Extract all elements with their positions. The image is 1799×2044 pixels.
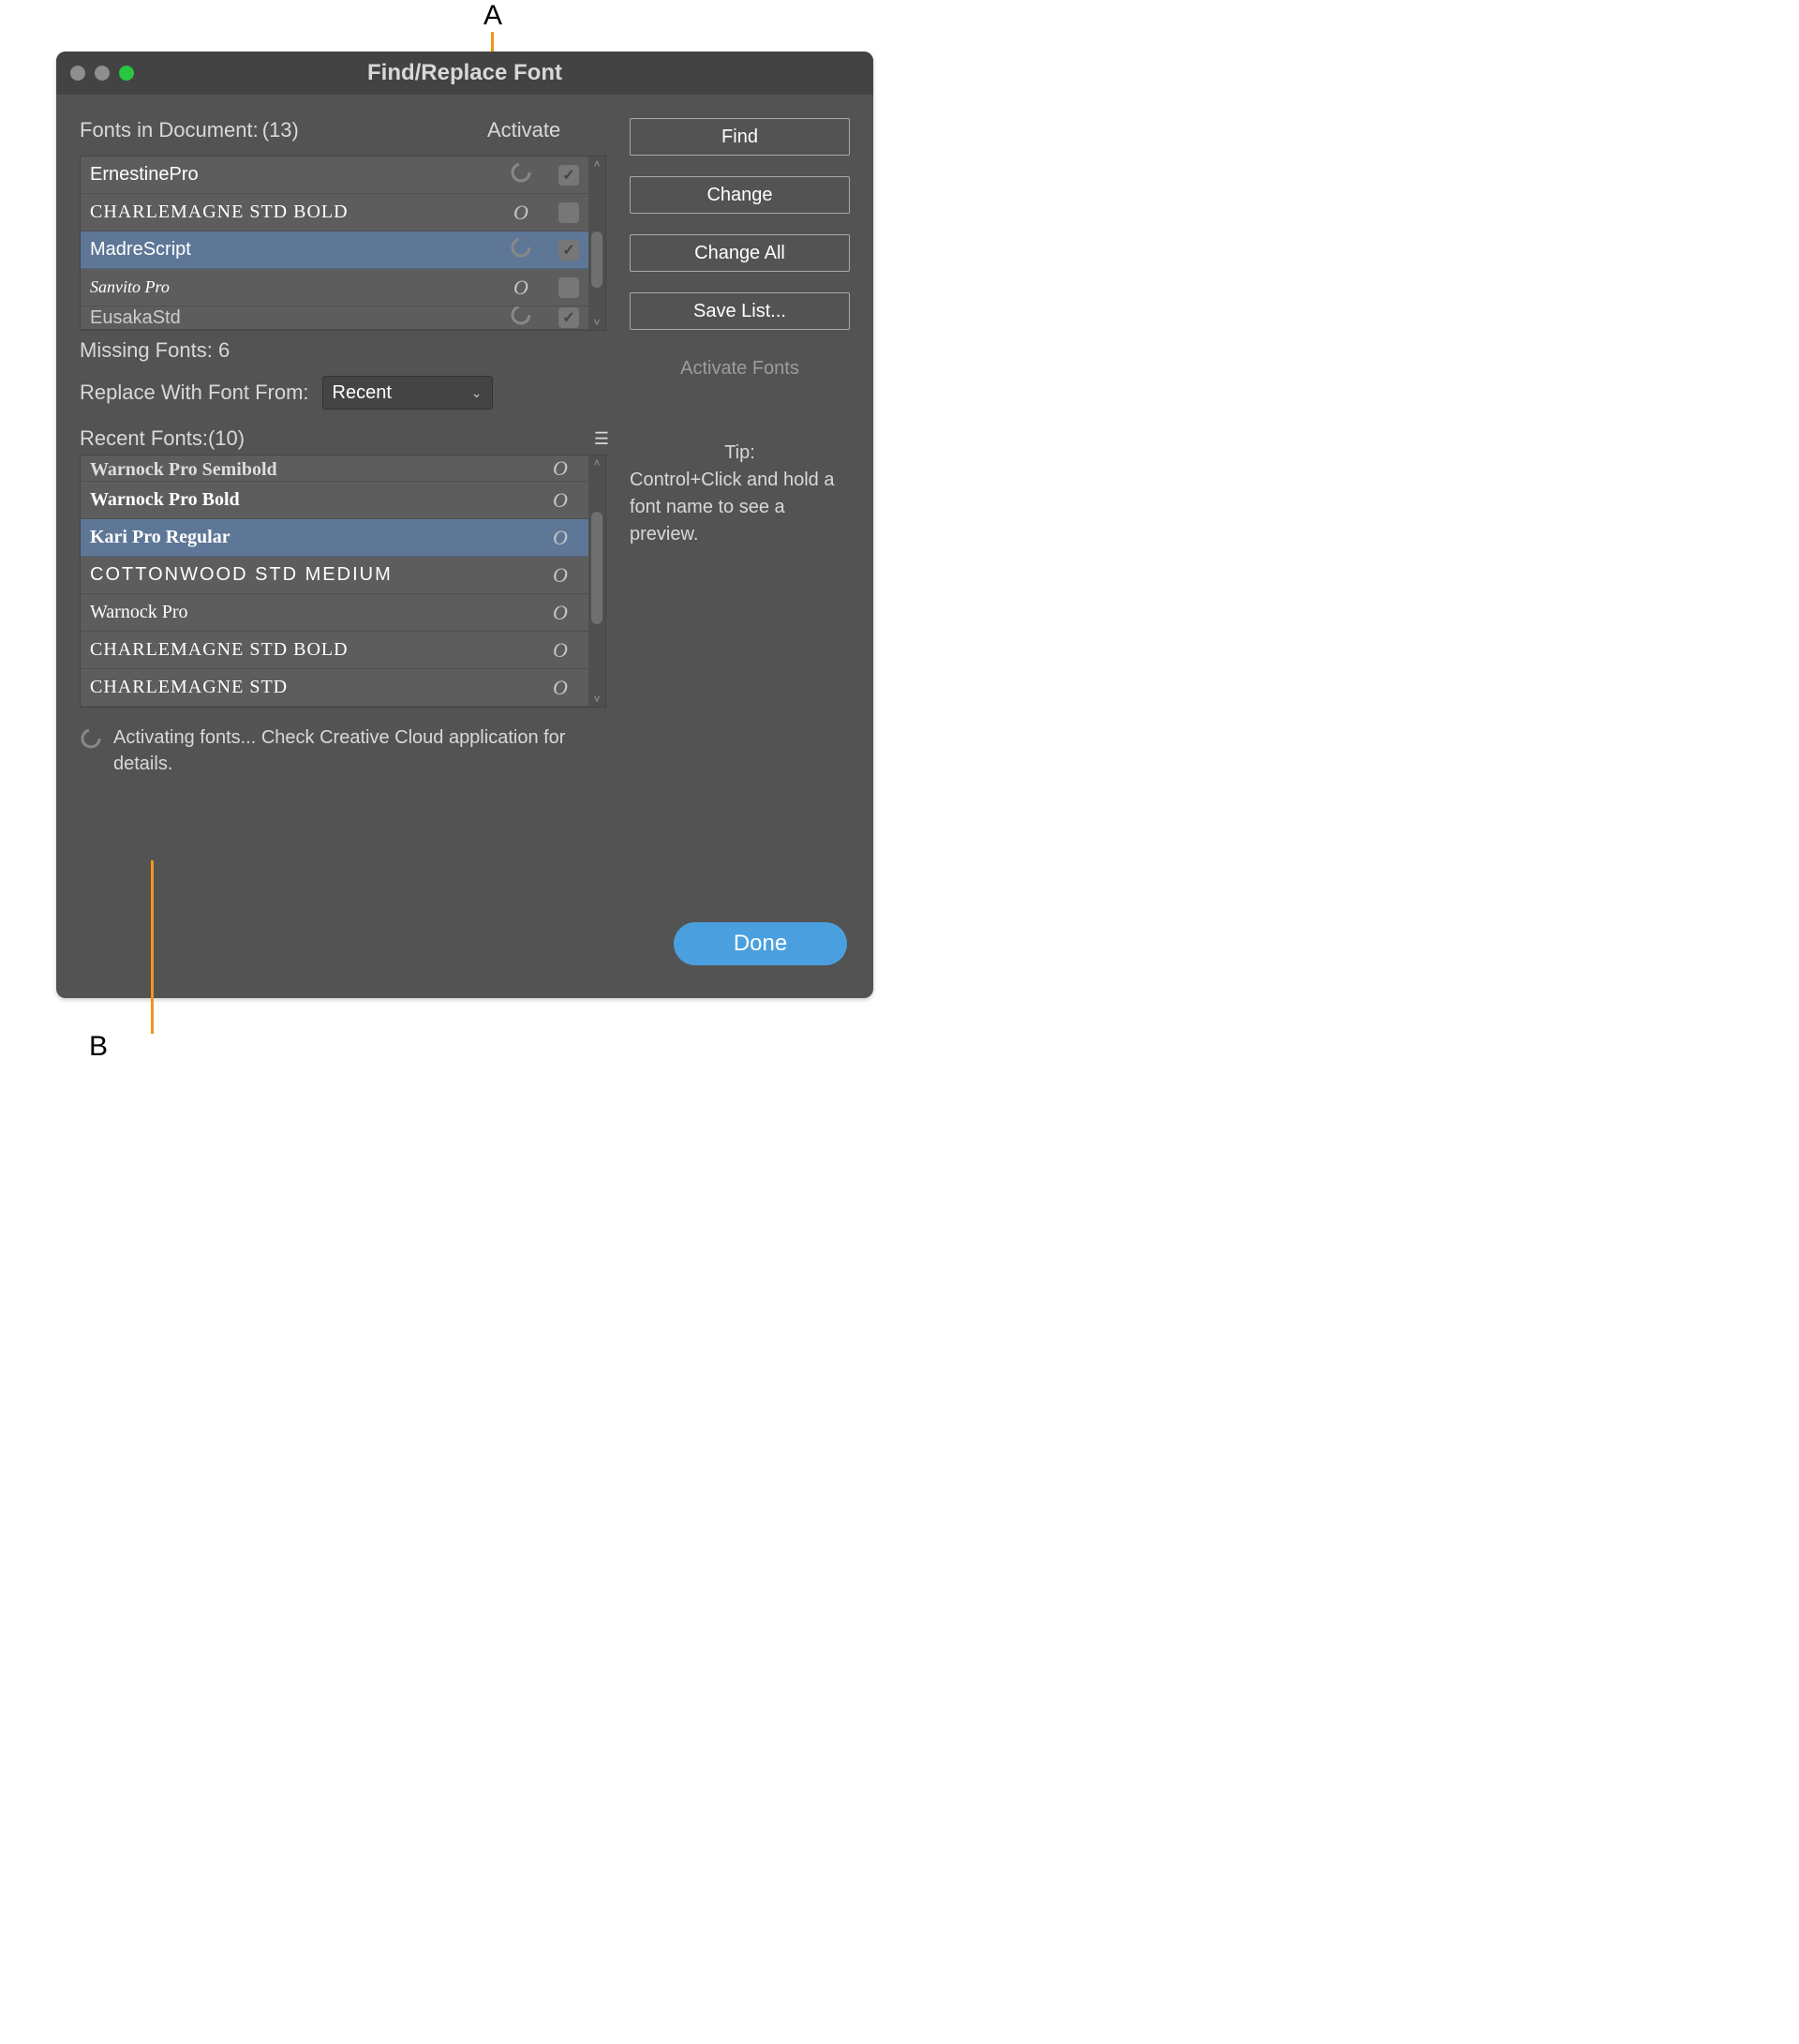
- replace-with-label: Replace With Font From:: [80, 380, 309, 405]
- missing-fonts-count: 6: [218, 338, 230, 362]
- font-row[interactable]: CHARLEMAGNE STD BOLDO: [81, 194, 605, 231]
- activate-fonts-button: Activate Fonts: [630, 351, 850, 386]
- font-row[interactable]: Warnock Pro SemiboldO: [81, 455, 605, 482]
- activate-checkbox[interactable]: [558, 240, 579, 261]
- activate-column-label: Activate: [487, 118, 560, 142]
- recent-fonts-label: Recent Fonts:: [80, 426, 208, 450]
- maximize-icon[interactable]: [119, 66, 134, 81]
- font-row[interactable]: ErnestinePro: [81, 157, 605, 194]
- callout-b-label: B: [89, 1031, 108, 1063]
- font-row[interactable]: Sanvito ProO: [81, 269, 605, 306]
- font-type-icon: O: [542, 488, 579, 513]
- font-name: CHARLEMAGNE STD BOLD: [90, 201, 502, 223]
- font-name: MadreScript: [90, 239, 502, 261]
- scroll-down-icon[interactable]: ˅: [588, 315, 605, 330]
- scroll-thumb[interactable]: [591, 512, 602, 624]
- font-name: Warnock Pro: [90, 602, 542, 623]
- missing-fonts-label: Missing Fonts:: [80, 338, 213, 362]
- font-type-icon: O: [502, 276, 540, 300]
- font-type-icon: O: [542, 526, 579, 550]
- font-name: Warnock Pro Semibold: [90, 459, 542, 481]
- scroll-thumb[interactable]: [591, 231, 602, 288]
- scroll-up-icon[interactable]: ˄: [588, 157, 605, 172]
- font-type-icon: O: [542, 676, 579, 700]
- spinner-icon: [502, 161, 540, 189]
- scroll-down-icon[interactable]: ˅: [588, 692, 605, 707]
- activate-checkbox[interactable]: [558, 165, 579, 186]
- font-row[interactable]: CHARLEMAGNE STD BOLDO: [81, 632, 605, 669]
- font-row[interactable]: Warnock Pro BoldO: [81, 482, 605, 519]
- callout-b-line: [151, 860, 154, 1034]
- activate-checkbox[interactable]: [558, 202, 579, 223]
- font-type-icon: O: [542, 638, 579, 663]
- spinner-icon: [502, 236, 540, 264]
- replace-source-dropdown[interactable]: Recent ⌄: [322, 376, 493, 410]
- minimize-icon[interactable]: [95, 66, 110, 81]
- activate-checkbox[interactable]: [558, 307, 579, 328]
- close-icon[interactable]: [70, 66, 85, 81]
- spinner-icon: [502, 306, 540, 330]
- recent-fonts-list[interactable]: Warnock Pro SemiboldOWarnock Pro BoldOKa…: [80, 455, 606, 708]
- fonts-in-doc-count: (13): [262, 118, 299, 142]
- chevron-down-icon: ⌄: [471, 385, 483, 401]
- tip-text: Tip: Control+Click and hold a font name …: [630, 440, 850, 548]
- spinner-icon: [80, 727, 102, 750]
- callout-a-label: A: [483, 0, 502, 32]
- fonts-in-document-list[interactable]: ErnestineProCHARLEMAGNE STD BOLDOMadreSc…: [80, 156, 606, 331]
- dialog-window: Find/Replace Font Fonts in Document: (13…: [56, 52, 873, 998]
- font-name: ErnestinePro: [90, 164, 502, 186]
- font-name: Sanvito Pro: [90, 277, 502, 297]
- font-type-icon: O: [542, 601, 579, 625]
- font-name: EusakaStd: [90, 307, 502, 329]
- font-row[interactable]: MadreScript: [81, 231, 605, 269]
- scroll-up-icon[interactable]: ˄: [588, 455, 605, 470]
- font-name: CHARLEMAGNE STD BOLD: [90, 639, 542, 661]
- window-title: Find/Replace Font: [367, 60, 562, 86]
- font-name: Warnock Pro Bold: [90, 489, 542, 511]
- scrollbar[interactable]: ˄ ˅: [588, 455, 605, 707]
- font-row[interactable]: CHARLEMAGNE STDO: [81, 669, 605, 707]
- traffic-lights: [70, 66, 134, 81]
- activate-checkbox[interactable]: [558, 277, 579, 298]
- font-type-icon: O: [502, 201, 540, 225]
- save-list-button[interactable]: Save List...: [630, 292, 850, 330]
- font-name: Kari Pro Regular: [90, 527, 542, 548]
- find-button[interactable]: Find: [630, 118, 850, 156]
- recent-fonts-count: (10): [208, 426, 245, 450]
- font-row[interactable]: Kari Pro RegularO: [81, 519, 605, 557]
- font-row[interactable]: Warnock ProO: [81, 594, 605, 632]
- change-button[interactable]: Change: [630, 176, 850, 214]
- font-row[interactable]: COTTONWOOD STD MEDIUMO: [81, 557, 605, 594]
- fonts-in-doc-label: Fonts in Document:: [80, 118, 259, 142]
- font-name: CHARLEMAGNE STD: [90, 677, 542, 698]
- font-name: COTTONWOOD STD MEDIUM: [90, 564, 542, 586]
- status-message: Activating fonts... Check Creative Cloud…: [113, 724, 604, 777]
- font-row[interactable]: EusakaStd: [81, 306, 605, 330]
- titlebar: Find/Replace Font: [56, 52, 873, 95]
- list-view-icon[interactable]: ☰: [594, 429, 606, 449]
- font-type-icon: O: [542, 563, 579, 588]
- done-button[interactable]: Done: [674, 922, 847, 965]
- font-type-icon: O: [542, 456, 579, 481]
- dropdown-value: Recent: [333, 382, 392, 404]
- change-all-button[interactable]: Change All: [630, 234, 850, 272]
- scrollbar[interactable]: ˄ ˅: [588, 157, 605, 330]
